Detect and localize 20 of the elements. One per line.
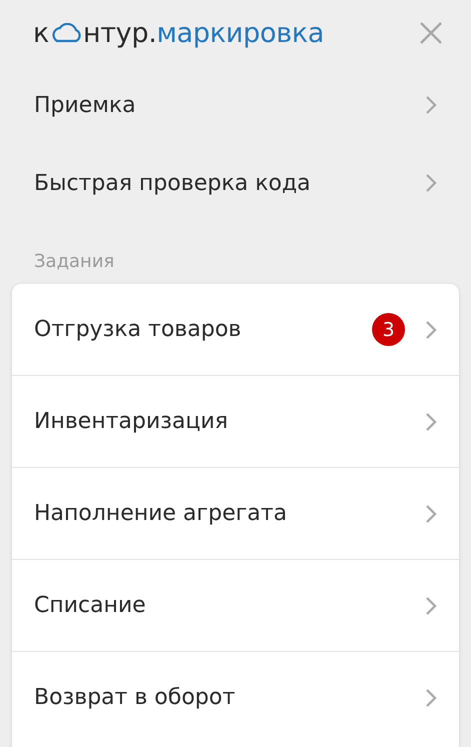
section-title: Задания: [34, 251, 114, 272]
menu-item[interactable]: Быстрая проверка кода: [12, 144, 459, 222]
logo-text: к: [33, 18, 50, 48]
chevron-icon: [425, 688, 437, 708]
chevron-icon: [425, 95, 437, 115]
logo-text: нтур.: [83, 18, 157, 48]
menu-item[interactable]: Приемка: [12, 66, 459, 144]
chevron-icon: [425, 596, 437, 616]
chevron-icon: [425, 173, 437, 193]
chevron-icon: [425, 320, 437, 340]
count-badge: 3: [372, 313, 405, 346]
product-name: маркировка: [156, 18, 324, 48]
chevron-icon: [425, 412, 437, 432]
chevron-icon: [425, 504, 437, 524]
menu-item[interactable]: Возврат в оборот: [12, 652, 459, 743]
menu-item[interactable]: Инвентаризация: [12, 376, 459, 467]
menu-item[interactable]: Наполнение агрегата: [12, 468, 459, 559]
close-icon: [419, 21, 443, 45]
menu-item[interactable]: Списание: [12, 560, 459, 651]
menu-item[interactable]: Отгрузка товаров 3: [12, 284, 459, 375]
